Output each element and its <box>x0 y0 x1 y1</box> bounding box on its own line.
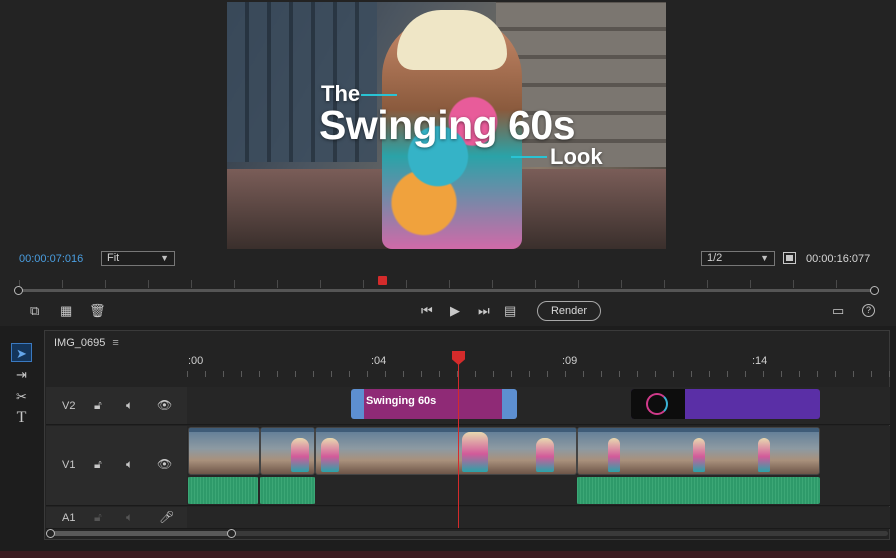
clip-thumbnail-figure <box>536 438 554 472</box>
film-icon[interactable]: ▦ <box>60 304 72 318</box>
graphic-clip-thumbnail <box>631 389 685 419</box>
chevron-down-icon: ▼ <box>760 253 769 263</box>
help-icon[interactable]: ? <box>862 304 875 317</box>
video-clip[interactable] <box>577 427 820 475</box>
render-button[interactable]: Render <box>537 301 601 321</box>
sequence-name: IMG_0695 <box>54 337 106 349</box>
zoom-select-value: Fit <box>107 252 120 264</box>
current-timecode[interactable]: 00:00:07:016 <box>19 253 83 265</box>
duration-timecode: 00:00:16:077 <box>806 253 871 265</box>
resolution-select-value: 1/2 <box>707 252 723 264</box>
menu-icon[interactable]: ≡ <box>112 337 118 349</box>
razor-icon[interactable]: ✂ <box>11 387 32 406</box>
ruler-label: :04 <box>371 355 387 367</box>
clip-thumbnail-figure <box>291 438 309 472</box>
graphic-clip[interactable] <box>631 389 820 419</box>
audio-waveform[interactable] <box>188 477 258 504</box>
playhead-line <box>458 358 459 528</box>
title-line-2: Swinging 60s <box>319 102 576 148</box>
audio-waveform[interactable] <box>260 477 315 504</box>
clip-thumbnail-figure <box>321 438 339 472</box>
safe-margins-icon[interactable]: ▤ <box>504 304 516 318</box>
waveform <box>577 477 820 504</box>
selection-tool-icon[interactable]: ➤ <box>11 343 32 362</box>
title-accent-line <box>361 94 397 96</box>
program-monitor: The Swinging 60s Look 00:00:07:016 Fit ▼… <box>0 0 896 326</box>
video-clip[interactable] <box>260 427 315 475</box>
chevron-down-icon: ▼ <box>160 253 169 263</box>
title-line-3: Look <box>550 144 603 169</box>
status-strip <box>0 551 896 558</box>
clip-thumbnail-figure <box>608 438 620 472</box>
fullscreen-icon[interactable] <box>783 252 796 264</box>
video-clip[interactable] <box>315 427 577 475</box>
ruler-label: :09 <box>562 355 578 367</box>
title-clip-label: Swinging 60s <box>366 395 437 407</box>
track-header-a1: A1 🔓︎ 🔈︎ 🎤︎ <box>46 507 187 529</box>
scrub-in-handle[interactable] <box>14 286 23 295</box>
step-back-icon[interactable]: ⏮ <box>421 304 433 318</box>
track-label: A1 <box>62 512 76 524</box>
play-icon[interactable]: ▶ <box>450 304 460 318</box>
microphone-icon[interactable]: 🎤︎ <box>159 510 174 524</box>
tools-panel: ➤ ⇥ ✂ T <box>6 340 36 540</box>
clip-thumbnail-figure <box>693 438 705 472</box>
video-preview[interactable]: The Swinging 60s Look <box>227 2 666 249</box>
lock-icon[interactable]: 🔓︎ <box>94 398 102 413</box>
logo-ring-icon <box>646 393 668 415</box>
zoom-select[interactable]: Fit ▼ <box>101 251 175 266</box>
timeline-panel: IMG_0695 ≡ :00 :04 :09 :14 V2 🔓︎ 🔈︎ 👁︎ V1… <box>44 330 890 540</box>
clip-thumbnail-figure <box>758 438 770 472</box>
scrub-out-handle[interactable] <box>870 286 879 295</box>
video-clip[interactable] <box>188 427 260 475</box>
monitor-playhead[interactable] <box>378 276 387 285</box>
scrub-bar[interactable] <box>19 289 875 292</box>
preview-hat <box>397 10 507 70</box>
clip-header-bar <box>189 428 259 432</box>
speaker-icon[interactable]: 🔈︎ <box>126 457 133 472</box>
type-tool-icon[interactable]: T <box>11 408 32 427</box>
lock-icon[interactable]: 🔓︎ <box>94 457 102 472</box>
track-area-a1[interactable] <box>187 507 890 529</box>
track-label: V1 <box>62 459 76 471</box>
sequence-tab[interactable]: IMG_0695 ≡ <box>54 337 119 349</box>
title-accent-line <box>511 156 547 158</box>
timeline-scrollbar[interactable] <box>48 531 888 536</box>
clip-header-bar <box>261 428 314 432</box>
waveform <box>188 477 258 504</box>
speaker-icon[interactable]: 🔈︎ <box>126 510 133 525</box>
title-clip[interactable]: Swinging 60s <box>351 389 517 419</box>
clip-thumbnail-figure <box>462 432 488 472</box>
eye-icon[interactable]: 👁︎ <box>157 457 172 471</box>
scroll-left-handle[interactable] <box>46 529 55 538</box>
track-label: V2 <box>62 400 76 412</box>
output-icon[interactable]: ▭ <box>832 304 844 318</box>
resolution-select[interactable]: 1/2 ▼ <box>701 251 775 266</box>
track-header-v2: V2 🔓︎ 🔈︎ 👁︎ <box>46 387 187 425</box>
scrollbar-thumb[interactable] <box>48 531 232 536</box>
speaker-icon[interactable]: 🔈︎ <box>126 398 133 413</box>
eye-icon[interactable]: 👁︎ <box>157 398 172 412</box>
track-header-v1: V1 🔓︎ 🔈︎ 👁︎ <box>46 426 187 506</box>
lock-icon[interactable]: 🔓︎ <box>94 510 102 525</box>
scroll-right-handle[interactable] <box>227 529 236 538</box>
ruler-label: :00 <box>188 355 204 367</box>
track-select-icon[interactable]: ⇥ <box>11 365 32 384</box>
export-frame-icon[interactable]: ⧉ <box>30 304 39 318</box>
audio-waveform[interactable] <box>577 477 820 504</box>
step-forward-icon[interactable]: ⏭ <box>478 304 490 318</box>
ruler-label: :14 <box>752 355 768 367</box>
waveform <box>260 477 315 504</box>
time-ruler[interactable] <box>187 371 890 377</box>
clip-header-bar <box>316 428 576 432</box>
clip-header-bar <box>578 428 819 432</box>
scrub-ruler <box>19 280 875 288</box>
trash-icon[interactable]: 🗑 <box>89 304 106 318</box>
